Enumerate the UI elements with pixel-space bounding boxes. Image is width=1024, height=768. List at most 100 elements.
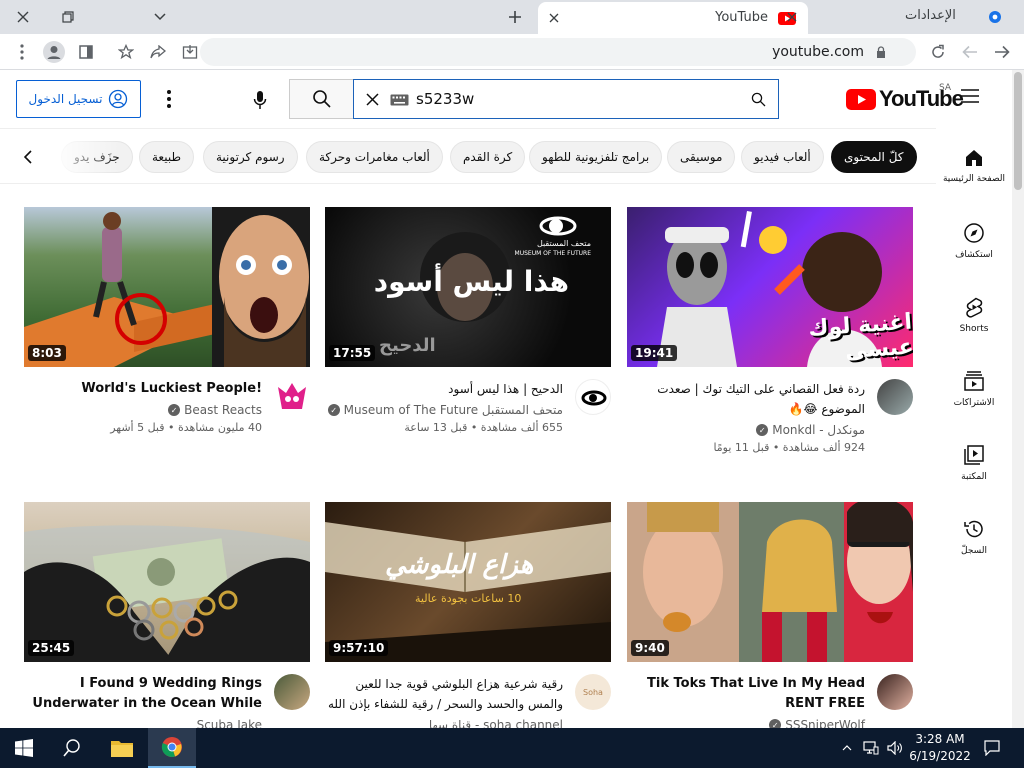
volume-button[interactable] <box>884 728 906 768</box>
chip-nature[interactable]: طبيعة <box>139 141 195 173</box>
close-icon <box>17 11 29 23</box>
sign-in-button[interactable]: تسجيل الدخول <box>16 80 141 118</box>
video-title[interactable]: World's Luckiest People! <box>24 379 262 399</box>
bookmark-button[interactable] <box>114 40 138 64</box>
video-thumbnail[interactable]: اغنية لوك عيسى 19:41 <box>627 207 913 367</box>
video-card[interactable]: اغنية لوك عيسى 19:41 ردة فعل القصاني على… <box>627 207 913 497</box>
close-tab-icon[interactable] <box>549 13 559 23</box>
chip-action-adventure-games[interactable]: ألعاب مغامرات وحركة <box>306 141 443 173</box>
back-button[interactable] <box>990 40 1014 64</box>
arrow-left-icon <box>962 45 977 59</box>
search-icon <box>751 92 766 107</box>
search-button[interactable] <box>289 79 354 119</box>
window-close-button[interactable] <box>0 0 46 34</box>
guide-label: استكشاف <box>955 250 993 260</box>
address-bar[interactable]: youtube.com <box>200 38 916 66</box>
new-tab-button[interactable] <box>503 6 527 28</box>
video-meta: Tik Toks That Live In My Head RENT FREE … <box>627 674 865 732</box>
chrome-taskbar-button[interactable] <box>148 728 196 768</box>
video-title[interactable]: Tik Toks That Live In My Head RENT FREE <box>627 674 865 714</box>
scrollbar-thumb[interactable] <box>1014 72 1022 190</box>
video-thumbnail[interactable]: متحف المستقبل MUSEUM OF THE FUTURE هذا ل… <box>325 207 611 367</box>
guide-label: Shorts <box>959 324 989 334</box>
profile-icon <box>43 41 65 63</box>
video-thumbnail[interactable]: هزاع البلوشي 10 ساعات بجودة عالية 9:57:1… <box>325 502 611 662</box>
chip-football[interactable]: كرة القدم <box>450 141 526 173</box>
share-button[interactable] <box>146 40 170 64</box>
clock-time: 3:28 AM <box>915 732 965 746</box>
chip-cooking-shows[interactable]: برامج تلفزيونية للطهو <box>529 141 663 173</box>
channel-avatar[interactable] <box>274 379 310 415</box>
taskbar-search-button[interactable] <box>48 728 96 768</box>
guide-item-history[interactable]: السجلّ <box>936 518 1012 556</box>
close-tab-icon[interactable] <box>787 12 797 22</box>
channel-name[interactable]: مونكدل - Monkdl <box>772 423 865 437</box>
video-title[interactable]: ردة فعل القصاني على التيك توك | صعدت الم… <box>627 379 865 419</box>
network-status-button[interactable] <box>860 728 882 768</box>
guide-item-shorts[interactable]: Shorts <box>936 296 1012 334</box>
video-meta: World's Luckiest People! ✓ Beast Reacts 4… <box>24 379 262 434</box>
tab-settings[interactable]: الإعدادات <box>905 8 956 23</box>
guide-menu-button[interactable] <box>960 88 984 110</box>
video-duration: 8:03 <box>28 345 66 361</box>
channel-avatar[interactable]: Soha <box>575 674 611 710</box>
notifications-button[interactable] <box>978 728 1006 768</box>
install-icon <box>182 45 198 59</box>
forward-button[interactable] <box>958 40 982 64</box>
clear-search-icon[interactable] <box>366 93 379 106</box>
file-explorer-button[interactable] <box>98 728 146 768</box>
chip-all[interactable]: كلّ المحتوى <box>831 141 917 173</box>
thumbnail-art <box>24 525 310 662</box>
thumbnail-art <box>627 502 913 662</box>
video-thumbnail[interactable]: 9:40 <box>627 502 913 662</box>
video-card[interactable]: متحف المستقبل MUSEUM OF THE FUTURE هذا ل… <box>325 207 611 497</box>
keyboard-icon[interactable] <box>390 94 409 106</box>
page-scrollbar[interactable] <box>1012 70 1024 728</box>
search-query-text: s5233w <box>416 90 475 108</box>
menu-button[interactable] <box>10 40 34 64</box>
guide-item-library[interactable]: المكتبة <box>936 444 1012 482</box>
voice-search-button[interactable] <box>244 84 276 116</box>
clock[interactable]: 3:28 AM 6/19/2022 <box>905 731 975 765</box>
reload-button[interactable] <box>926 40 950 64</box>
star-icon <box>118 44 134 60</box>
side-panel-button[interactable] <box>74 40 98 64</box>
notification-icon <box>984 740 1000 756</box>
channel-name[interactable]: Beast Reacts <box>184 403 262 417</box>
settings-menu-button[interactable] <box>158 86 180 112</box>
video-card[interactable]: 8:03 World's Luckiest People! ✓ Beast Rea… <box>24 207 310 497</box>
channel-name[interactable]: متحف المستقبل Museum of The Future <box>344 403 563 417</box>
video-thumbnail[interactable]: 25:45 <box>24 502 310 662</box>
tab-title: YouTube <box>715 10 768 25</box>
guide-label: السجلّ <box>961 546 987 556</box>
lock-icon <box>877 46 885 58</box>
thumbnail-subtext: متحف المستقبل <box>536 239 591 248</box>
start-button[interactable] <box>0 728 48 768</box>
guide-item-subscriptions[interactable]: الاشتراكات <box>936 370 1012 408</box>
channel-avatar[interactable] <box>877 674 913 710</box>
channel-avatar[interactable] <box>575 379 611 415</box>
chip-cartoons[interactable]: رسوم كرتونية <box>203 141 298 173</box>
video-title[interactable]: رقية شرعية هزاع البلوشي قوية جدا للعين و… <box>325 674 563 714</box>
search-input[interactable]: s5233w <box>353 79 779 119</box>
guide-item-explore[interactable]: استكشاف <box>936 222 1012 260</box>
window-restore-button[interactable] <box>45 0 91 34</box>
install-app-button[interactable] <box>178 40 202 64</box>
show-hidden-icons-button[interactable] <box>838 728 856 768</box>
chip-video-games[interactable]: ألعاب فيديو <box>741 141 824 173</box>
profile-button[interactable] <box>42 40 66 64</box>
channel-avatar[interactable] <box>877 379 913 415</box>
chip-music[interactable]: موسيقى <box>667 141 736 173</box>
channel-name-row: متحف المستقبل Museum of The Future ✓ <box>325 403 563 417</box>
chip-scroll-left-button[interactable] <box>16 145 40 169</box>
thumbnail-text: اغنية لوك عيسى <box>807 309 913 365</box>
channel-avatar[interactable] <box>274 674 310 710</box>
thumbnail-text: هذا ليس أسود <box>373 265 569 298</box>
video-title[interactable]: I Found 9 Wedding Rings Underwater in th… <box>24 674 262 714</box>
video-stats: 40 مليون مشاهدة • قبل 5 أشهر <box>110 421 262 434</box>
tab-search-button[interactable] <box>137 0 183 34</box>
tab-youtube[interactable]: YouTube <box>538 2 808 34</box>
video-thumbnail[interactable]: 8:03 <box>24 207 310 367</box>
guide-item-home[interactable]: الصفحة الرئيسية <box>936 148 1012 184</box>
video-title[interactable]: الدحيح | هذا ليس أسود <box>325 379 563 399</box>
